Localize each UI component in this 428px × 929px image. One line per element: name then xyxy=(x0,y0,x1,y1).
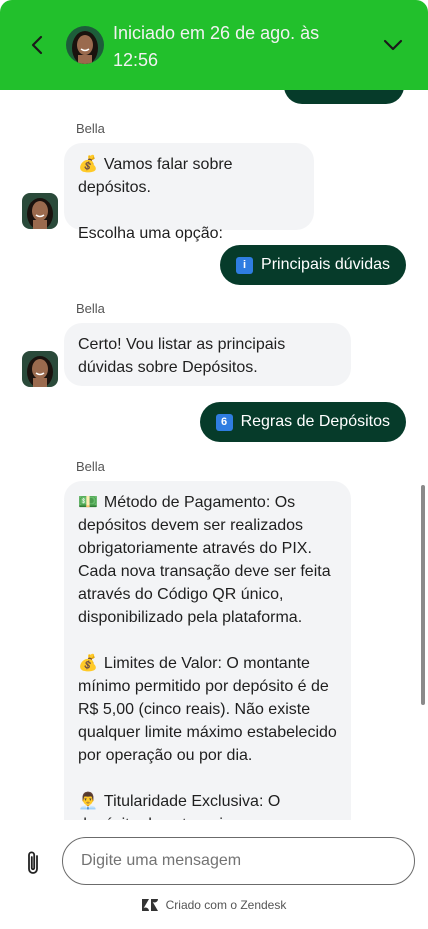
message-list[interactable]: Bella 💰 Vamos falar sobre depósitos. Esco… xyxy=(0,90,428,820)
message-text: Método de Pagamento: Os depósitos devem … xyxy=(78,494,331,626)
info-icon: i xyxy=(236,256,254,274)
bot-message: 💰 Vamos falar sobre depósitos. Escolha um… xyxy=(64,143,314,242)
message-text: Certo! Vou listar as principais dúvidas … xyxy=(78,336,286,376)
sender-name: Bella xyxy=(76,121,105,136)
back-button[interactable] xyxy=(22,30,52,60)
footer-text: Criado com o Zendesk xyxy=(165,898,287,912)
sender-name: Bella xyxy=(76,301,105,316)
conversation-title: Iniciado em 26 de ago. às 12:56 xyxy=(113,23,320,70)
attach-button[interactable] xyxy=(22,848,44,878)
bot-message: 💵 Método de Pagamento: Os depósitos devem… xyxy=(64,481,351,820)
bot-avatar xyxy=(22,351,58,387)
message-scrollbar[interactable] xyxy=(421,485,425,705)
person-briefcase-icon: 👨‍💼 xyxy=(78,793,98,810)
minimize-button[interactable] xyxy=(378,30,408,60)
bot-message: Certo! Vou listar as principais dúvidas … xyxy=(64,323,351,386)
chevron-left-icon xyxy=(31,35,43,55)
agent-avatar xyxy=(66,26,104,64)
message-input[interactable] xyxy=(62,837,415,885)
zendesk-logo-icon xyxy=(141,899,158,911)
money-bag-icon: 💰 xyxy=(78,655,98,672)
message-text: Escolha uma opção: xyxy=(78,225,223,242)
money-bag-icon: 💰 xyxy=(78,156,98,173)
message-text: Titularidade Exclusiva: O depósito deve … xyxy=(78,793,299,820)
powered-by-footer[interactable]: Criado com o Zendesk xyxy=(0,898,428,912)
message-text: Vamos falar sobre depósitos. xyxy=(78,156,233,196)
quick-reply-regras-depositos: 6 Regras de Depósitos xyxy=(199,402,406,442)
sender-name: Bella xyxy=(76,459,105,474)
keycap-six-icon: 6 xyxy=(215,413,233,431)
paperclip-icon xyxy=(28,851,38,874)
quick-reply-principais-duvidas: i Principais dúvidas xyxy=(220,245,406,285)
money-banknote-icon: 💵 xyxy=(78,494,98,511)
message-text: Principais dúvidas xyxy=(261,256,390,273)
chevron-down-icon xyxy=(383,39,403,51)
bot-avatar xyxy=(22,193,58,229)
composer: Criado com o Zendesk xyxy=(0,820,428,929)
message-text: Limites de Valor: O montante mínimo perm… xyxy=(78,655,337,764)
message-text: Regras de Depósitos xyxy=(240,413,390,430)
previous-user-message xyxy=(284,90,404,104)
chat-header: Iniciado em 26 de ago. às 12:56 xyxy=(0,0,428,90)
